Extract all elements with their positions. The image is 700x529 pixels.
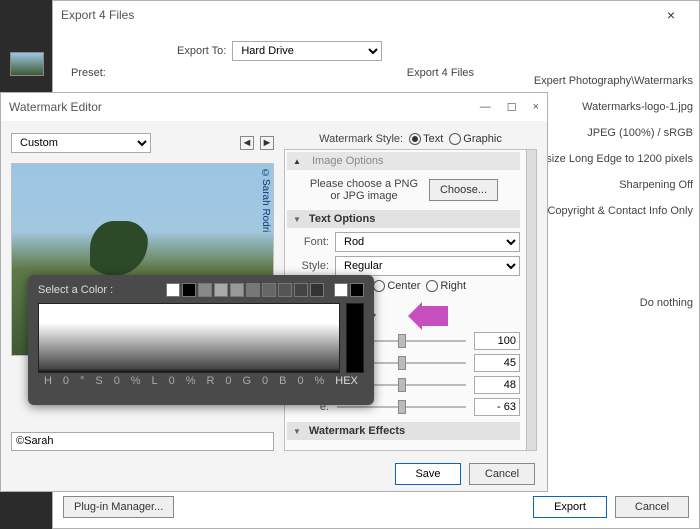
shadow-opacity-value[interactable] bbox=[474, 332, 520, 350]
preset-header: Export 4 Files bbox=[407, 67, 474, 79]
wm-close-icon[interactable]: × bbox=[533, 101, 539, 114]
text-options-header[interactable]: Text Options bbox=[287, 210, 520, 228]
shadow-offset-value[interactable] bbox=[474, 354, 520, 372]
maximize-icon[interactable]: ☐ bbox=[507, 101, 517, 114]
align-right-radio[interactable]: Right bbox=[426, 280, 466, 292]
hex-label[interactable]: HEX bbox=[335, 375, 358, 387]
color-picker-title: Select a Color : bbox=[38, 284, 113, 296]
font-select[interactable]: Rod bbox=[335, 232, 520, 252]
filmstrip-thumb[interactable] bbox=[10, 52, 44, 76]
value-slider[interactable] bbox=[346, 303, 364, 373]
fstyle-select[interactable]: Regular bbox=[335, 256, 520, 276]
shadow-angle-slider[interactable] bbox=[337, 406, 466, 408]
summary-metadata: Copyright & Contact Info Only bbox=[547, 205, 693, 217]
wm-preview-text: ©Sarah Rodri bbox=[260, 168, 271, 232]
export-summary: Expert Photography\Watermarks Watermarks… bbox=[549, 75, 699, 309]
next-arrow-icon[interactable]: ► bbox=[260, 136, 274, 150]
plugin-manager-button[interactable]: Plug-in Manager... bbox=[63, 496, 174, 518]
summary-filename: Watermarks-logo-1.jpg bbox=[582, 101, 693, 113]
shadow-radius-value[interactable] bbox=[474, 376, 520, 394]
summary-format: JPEG (100%) / sRGB bbox=[587, 127, 693, 139]
export-button[interactable]: Export bbox=[533, 496, 607, 518]
summary-resize: Resize Long Edge to 1200 pixels bbox=[532, 153, 693, 165]
popover-pointer-icon bbox=[366, 305, 386, 325]
summary-postproc: Do nothing bbox=[640, 297, 693, 309]
align-center-radio[interactable]: Center bbox=[373, 280, 420, 292]
wm-save-button[interactable]: Save bbox=[395, 463, 461, 485]
wm-title: Watermark Editor bbox=[9, 100, 102, 114]
fstyle-label: Style: bbox=[287, 260, 329, 272]
wm-copyright-input[interactable] bbox=[11, 432, 274, 451]
choose-button[interactable]: Choose... bbox=[429, 179, 498, 201]
image-msg: Please choose a PNG or JPG image bbox=[309, 178, 419, 202]
wm-cancel-button[interactable]: Cancel bbox=[469, 463, 535, 485]
wm-style-graphic-radio[interactable]: Graphic bbox=[449, 133, 502, 145]
annotation-arrow-icon bbox=[420, 306, 448, 326]
summary-sharpen: Sharpening Off bbox=[619, 179, 693, 191]
export-to-select[interactable]: Hard Drive bbox=[232, 41, 382, 61]
scrollbar[interactable] bbox=[526, 150, 536, 450]
color-picker: Select a Color : H0° S0% L0% R0 G0 B0% H… bbox=[28, 275, 374, 405]
color-gradient[interactable] bbox=[38, 303, 340, 373]
wm-preset-select[interactable]: Custom bbox=[11, 133, 151, 153]
image-options-header[interactable]: ▲ Image Options bbox=[287, 152, 520, 170]
preset-swatches[interactable] bbox=[166, 283, 364, 297]
minimize-icon[interactable]: — bbox=[480, 101, 491, 114]
preset-label: Preset: bbox=[71, 67, 106, 79]
wm-effects-header[interactable]: Watermark Effects bbox=[287, 422, 520, 440]
export-title: Export 4 Files bbox=[61, 8, 134, 22]
font-label: Font: bbox=[287, 236, 329, 248]
export-cancel-button[interactable]: Cancel bbox=[615, 496, 689, 518]
wm-style-text-radio[interactable]: Text bbox=[409, 133, 443, 145]
color-readout: H0° S0% L0% R0 G0 B0% HEX bbox=[38, 373, 364, 389]
prev-arrow-icon[interactable]: ◄ bbox=[240, 136, 254, 150]
close-icon[interactable]: × bbox=[651, 7, 691, 23]
shadow-angle-value[interactable] bbox=[474, 398, 520, 416]
summary-path: Expert Photography\Watermarks bbox=[534, 75, 693, 87]
export-to-label: Export To: bbox=[177, 45, 226, 57]
wm-style-label: Watermark Style: bbox=[319, 133, 403, 145]
